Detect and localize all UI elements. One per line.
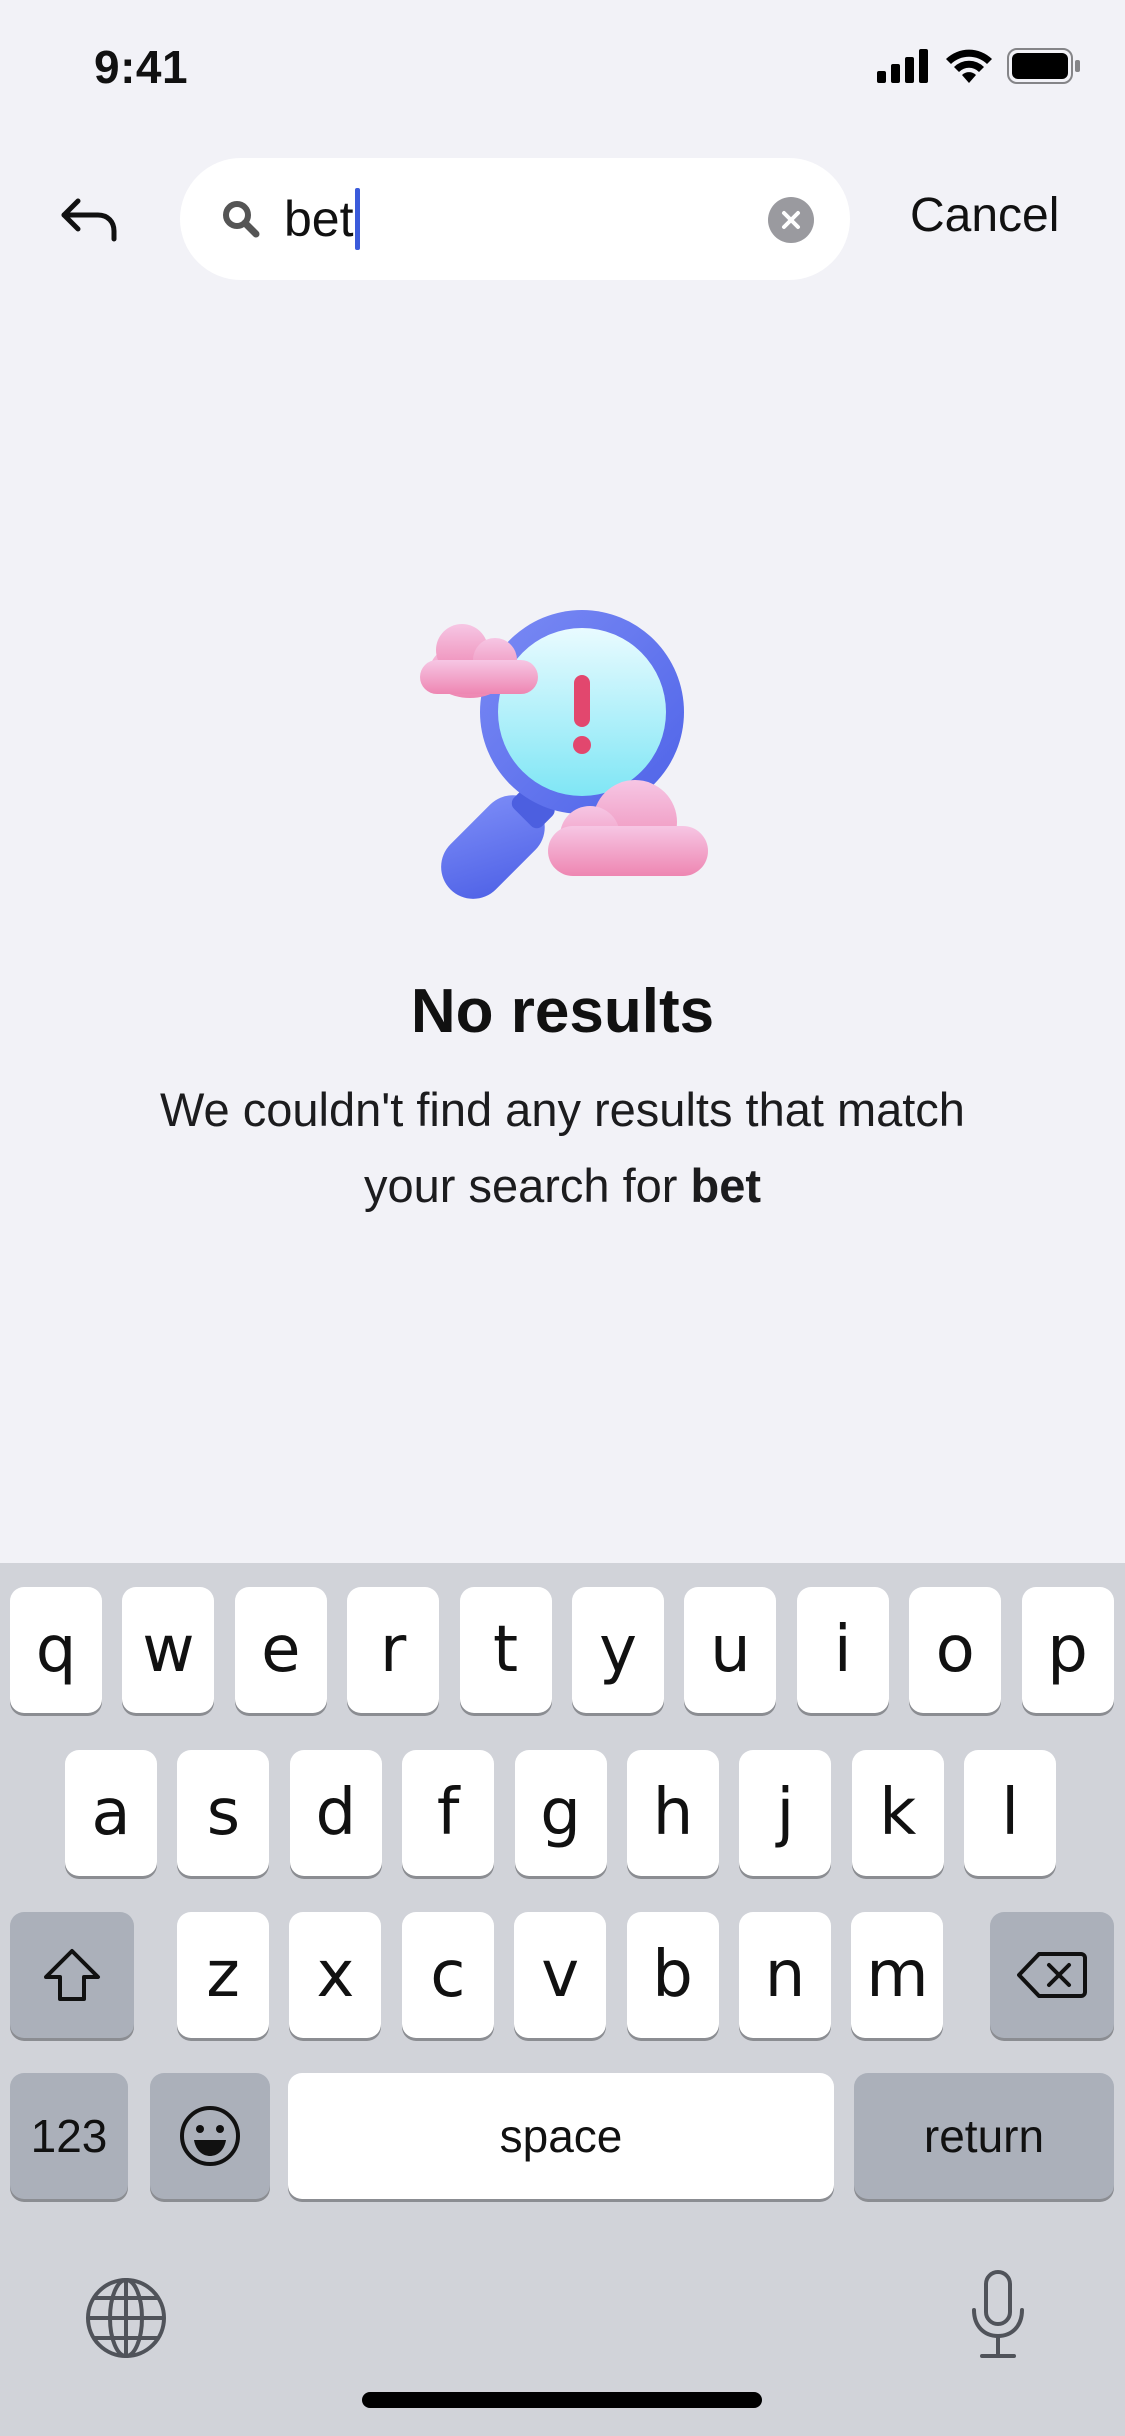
key-v[interactable]: v <box>514 1912 607 2038</box>
back-arrow-icon <box>61 198 117 242</box>
key-m[interactable]: m <box>851 1912 944 2038</box>
search-query-text: bet <box>284 191 354 247</box>
search-input[interactable]: bet <box>284 188 360 250</box>
key-u[interactable]: u <box>684 1587 777 1713</box>
shift-icon <box>44 1949 100 2001</box>
status-icons <box>877 48 1081 84</box>
emoji-key[interactable] <box>150 2073 270 2199</box>
back-button[interactable] <box>50 180 130 260</box>
space-key[interactable]: space <box>288 2073 834 2199</box>
no-results-description: We couldn't find any results that match … <box>110 1072 1015 1224</box>
text-cursor <box>354 188 360 250</box>
search-icon <box>223 201 260 238</box>
search-field[interactable]: bet <box>180 158 850 280</box>
numbers-key[interactable]: 123 <box>10 2073 128 2199</box>
key-q[interactable]: q <box>10 1587 102 1713</box>
microphone-icon[interactable] <box>966 2270 1030 2362</box>
key-n[interactable]: n <box>739 1912 831 2038</box>
globe-icon[interactable] <box>84 2276 168 2360</box>
no-results-message: We couldn't find any results that match … <box>160 1083 965 1212</box>
no-results-title: No results <box>410 977 715 1046</box>
keyboard: qwertyuiop asdfghjkl zxcvbnm 123 space ret… <box>0 1563 1125 2436</box>
home-indicator <box>362 2392 762 2408</box>
key-l[interactable]: l <box>964 1750 1057 1876</box>
emoji-icon <box>180 2106 240 2166</box>
key-a[interactable]: a <box>65 1750 157 1876</box>
search-screen: 9:41 bet Cancel No results We couldn't f… <box>0 0 1125 2436</box>
key-t[interactable]: t <box>459 1587 552 1713</box>
key-j[interactable]: j <box>739 1750 832 1876</box>
key-i[interactable]: i <box>796 1587 889 1713</box>
status-bar: 9:41 <box>0 0 1125 140</box>
no-results-illustration <box>420 610 708 899</box>
battery-icon <box>1007 48 1080 84</box>
close-icon <box>782 211 800 229</box>
cellular-signal-icon <box>877 49 928 83</box>
key-x[interactable]: x <box>289 1912 382 2038</box>
status-time: 9:41 <box>94 41 189 93</box>
clear-search-button[interactable] <box>768 197 814 243</box>
key-d[interactable]: d <box>289 1750 382 1876</box>
key-c[interactable]: c <box>401 1912 494 2038</box>
key-z[interactable]: z <box>177 1912 269 2038</box>
key-b[interactable]: b <box>626 1912 719 2038</box>
key-y[interactable]: y <box>572 1587 664 1713</box>
shift-key[interactable] <box>10 1912 134 2038</box>
no-results-query: bet <box>690 1159 762 1212</box>
key-g[interactable]: g <box>514 1750 607 1876</box>
key-p[interactable]: p <box>1021 1587 1114 1713</box>
backspace-icon <box>1017 1952 1087 1998</box>
key-f[interactable]: f <box>402 1750 495 1876</box>
key-o[interactable]: o <box>909 1587 1002 1713</box>
return-key[interactable]: return <box>854 2073 1114 2199</box>
key-h[interactable]: h <box>627 1750 719 1876</box>
wifi-icon <box>946 49 992 83</box>
key-w[interactable]: w <box>122 1587 215 1713</box>
delete-key[interactable] <box>990 1912 1114 2038</box>
key-e[interactable]: e <box>234 1587 327 1713</box>
key-k[interactable]: k <box>851 1750 944 1876</box>
key-s[interactable]: s <box>177 1750 270 1876</box>
key-r[interactable]: r <box>347 1587 440 1713</box>
cancel-button[interactable]: Cancel <box>910 188 1059 243</box>
